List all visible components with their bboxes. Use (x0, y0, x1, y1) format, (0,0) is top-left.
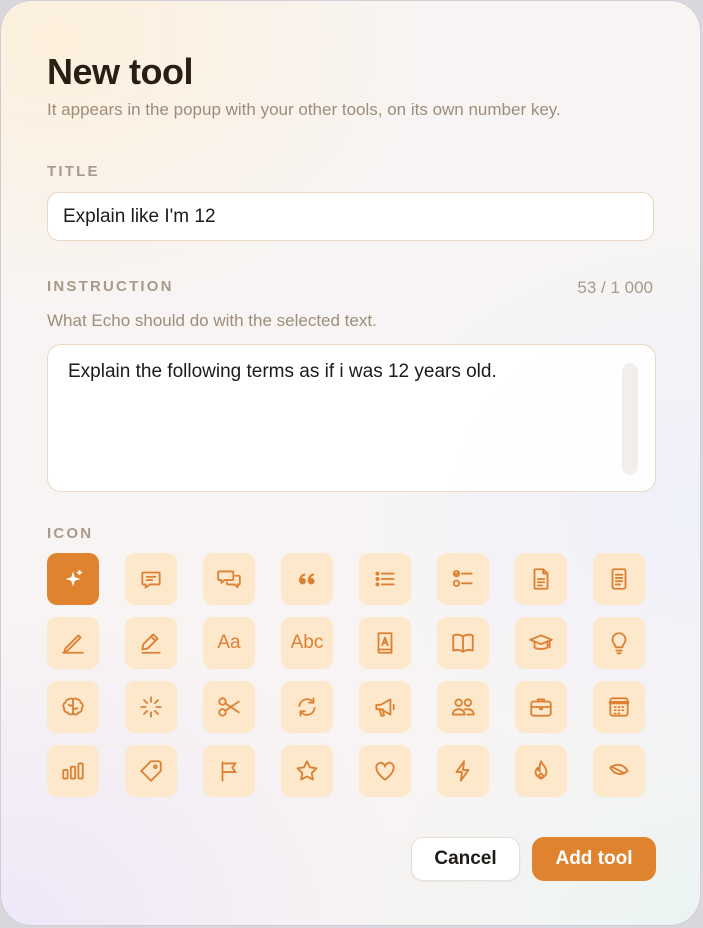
title-input[interactable]: Explain like I'm 12 (47, 192, 654, 241)
icon-option-pencil[interactable] (125, 617, 177, 669)
title-label: TITLE (47, 163, 100, 180)
tag-icon (138, 758, 164, 784)
bar-chart-icon (60, 758, 86, 784)
heart-icon (372, 758, 398, 784)
flag-icon (216, 758, 242, 784)
icon-option-graduation-cap[interactable] (515, 617, 567, 669)
new-tool-dialog: New tool It appears in the popup with yo… (1, 1, 700, 925)
dialog-subtitle: It appears in the popup with your other … (47, 100, 561, 119)
icon-option-chat-bubble[interactable] (125, 553, 177, 605)
icon-option-flame[interactable] (515, 745, 567, 797)
bolt-icon (450, 758, 476, 784)
sparkles-icon (60, 566, 86, 592)
instruction-char-counter: 53 / 1 000 (577, 278, 653, 297)
icon-option-refresh[interactable] (281, 681, 333, 733)
brain-icon (60, 694, 86, 720)
instruction-scrollbar[interactable] (622, 363, 638, 475)
icon-option-chat-bubbles[interactable] (203, 553, 255, 605)
list-icon (372, 566, 398, 592)
icon-option-briefcase[interactable] (515, 681, 567, 733)
icon-option-bar-chart[interactable] (47, 745, 99, 797)
icon-option-scissors[interactable] (203, 681, 255, 733)
icon-option-megaphone[interactable] (359, 681, 411, 733)
flame-icon (528, 758, 554, 784)
graduation-cap-icon (528, 630, 554, 656)
icon-option-quote[interactable] (281, 553, 333, 605)
burst-icon (138, 694, 164, 720)
icon-option-calendar[interactable] (593, 681, 645, 733)
icon-option-book-a[interactable] (359, 617, 411, 669)
icon-option-document[interactable] (515, 553, 567, 605)
font-aa-icon: Aa (217, 632, 241, 653)
instruction-textarea-value: Explain the following terms as if i was … (68, 361, 497, 382)
icon-grid: Aa Abc (47, 553, 645, 797)
instruction-textarea[interactable]: Explain the following terms as if i was … (47, 344, 656, 492)
icon-option-open-book[interactable] (437, 617, 489, 669)
instruction-label: INSTRUCTION (47, 278, 174, 295)
scissors-icon (216, 694, 242, 720)
briefcase-icon (528, 694, 554, 720)
icon-option-checklist[interactable] (437, 553, 489, 605)
dialog-title: New tool (47, 51, 194, 92)
checklist-icon (450, 566, 476, 592)
icon-option-sparkles[interactable] (47, 553, 99, 605)
leaf-icon (606, 758, 632, 784)
instruction-hint: What Echo should do with the selected te… (47, 311, 377, 330)
icon-option-people[interactable] (437, 681, 489, 733)
font-abc-icon: Abc (290, 632, 324, 653)
cancel-button[interactable]: Cancel (411, 837, 520, 881)
book-a-icon (372, 630, 398, 656)
document-icon (528, 566, 554, 592)
people-icon (450, 694, 476, 720)
icon-option-heart[interactable] (359, 745, 411, 797)
open-book-icon (450, 630, 476, 656)
star-icon (294, 758, 320, 784)
add-tool-button[interactable]: Add tool (532, 837, 656, 881)
icon-option-tag[interactable] (125, 745, 177, 797)
icon-option-lightbulb[interactable] (593, 617, 645, 669)
pen-icon (60, 630, 86, 656)
icon-option-font-abc[interactable]: Abc (281, 617, 333, 669)
icon-option-burst[interactable] (125, 681, 177, 733)
lightbulb-icon (606, 630, 632, 656)
icon-option-bolt[interactable] (437, 745, 489, 797)
pencil-icon (138, 630, 164, 656)
icon-option-leaf[interactable] (593, 745, 645, 797)
icon-option-flag[interactable] (203, 745, 255, 797)
icon-option-pen[interactable] (47, 617, 99, 669)
quote-icon (294, 566, 320, 592)
icon-option-note[interactable] (593, 553, 645, 605)
icon-option-brain[interactable] (47, 681, 99, 733)
note-icon (606, 566, 632, 592)
title-input-value: Explain like I'm 12 (63, 205, 216, 227)
chat-bubbles-icon (216, 566, 242, 592)
icon-option-list[interactable] (359, 553, 411, 605)
icon-label: ICON (47, 525, 94, 542)
chat-bubble-icon (138, 566, 164, 592)
icon-option-font-aa[interactable]: Aa (203, 617, 255, 669)
calendar-icon (606, 694, 632, 720)
megaphone-icon (372, 694, 398, 720)
refresh-icon (294, 694, 320, 720)
icon-option-star[interactable] (281, 745, 333, 797)
